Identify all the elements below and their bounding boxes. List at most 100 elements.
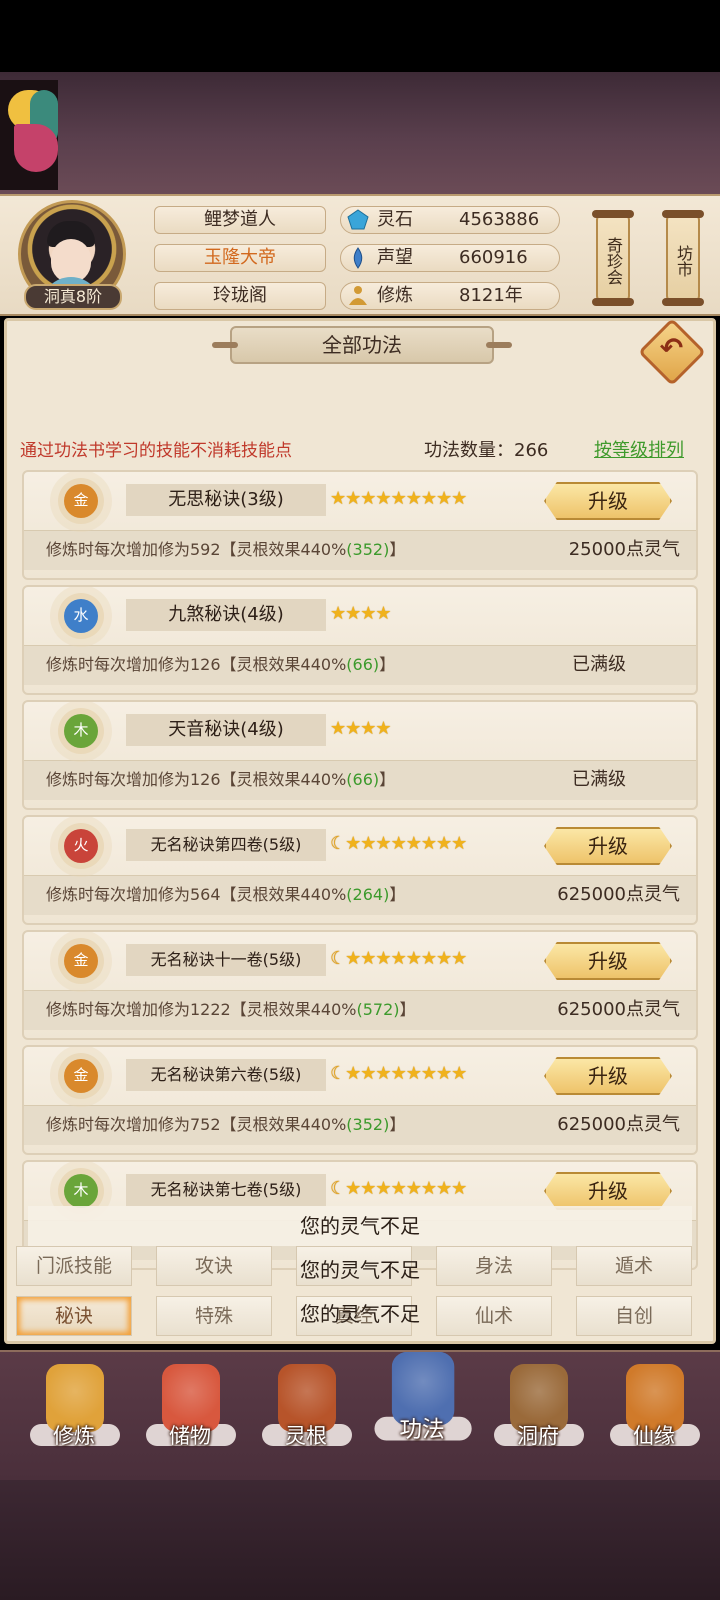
star-icon: ★	[345, 1063, 361, 1084]
star-icon: ★	[345, 1178, 361, 1199]
nav-label: 灵根	[285, 1424, 327, 1448]
star-icon: ★	[420, 1178, 437, 1199]
stat-label: 声望	[377, 247, 413, 268]
nav-item[interactable]: 洞府	[490, 1360, 586, 1470]
star-icon: ★	[435, 1063, 452, 1084]
skill-card: 水九煞秘诀(4级) ★★★★ 修炼时每次增加修为126【灵根效果440%(66)】已…	[22, 585, 698, 695]
max-level-status: 已满级	[572, 769, 626, 790]
nav-label: 储物	[169, 1424, 211, 1448]
upgrade-button[interactable]: 升级	[544, 1057, 672, 1095]
star-icon: ★	[375, 488, 391, 509]
toast-message: 您的灵气不足	[28, 1206, 692, 1246]
stat-value: 4563886	[459, 209, 540, 230]
nav-item[interactable]: 仙缘	[606, 1360, 702, 1470]
skill-name: 无名秘诀第四卷(5级)	[126, 829, 326, 861]
player-sect: 玲珑阁	[154, 282, 326, 310]
skill-bonus-value: (352)	[346, 1115, 390, 1134]
prestige-icon	[353, 247, 363, 269]
stat-value: 8121年	[459, 285, 523, 306]
panel-title: 全部功法	[212, 326, 512, 364]
star-icon: ★	[330, 718, 346, 739]
skill-description: 修炼时每次增加修为126【灵根效果440%(66)】	[46, 768, 395, 792]
skill-bonus-value: (66)	[346, 655, 380, 674]
nav-item[interactable]: 储物	[142, 1360, 238, 1470]
skill-card: 金无名秘诀第六卷(5级) ☾★★★★★★★★ 修炼时每次增加修为752【灵根效果44…	[22, 1045, 698, 1155]
top-bar	[0, 0, 720, 72]
star-icon: ★	[375, 1063, 391, 1084]
star-icon: ★	[345, 603, 361, 624]
nav-label: 修炼	[53, 1424, 95, 1448]
skill-bonus-value: (572)	[356, 1000, 400, 1019]
upgrade-button[interactable]: 升级	[544, 827, 672, 865]
skill-description: 修炼时每次增加修为126【灵根效果440%(66)】	[46, 653, 395, 677]
max-level-status: 已满级	[572, 654, 626, 675]
upgrade-button[interactable]: 升级	[544, 1172, 672, 1210]
skill-stars: ★★★★	[330, 603, 392, 627]
nav-item[interactable]: 功法	[370, 1348, 474, 1467]
star-icon: ★	[435, 488, 452, 509]
skill-description: 修炼时每次增加修为592【灵根效果440%(352)】	[46, 538, 405, 562]
star-icon: ★	[390, 1178, 407, 1199]
upgrade-cost: 625000点灵气	[557, 999, 680, 1020]
market-button[interactable]: 坊市	[662, 210, 704, 306]
app-logo-icon	[0, 80, 58, 190]
star-icon: ★	[360, 603, 376, 624]
skill-desc-text: 修炼时每次增加修为126【灵根效果440%	[46, 655, 347, 674]
skill-bonus-value: (264)	[346, 885, 390, 904]
skill-card: 木天音秘诀(4级) ★★★★ 修炼时每次增加修为126【灵根效果440%(66)】已…	[22, 700, 698, 810]
star-icon: ★	[405, 1178, 422, 1199]
star-icon: ★	[345, 718, 361, 739]
skill-desc-end: 】	[399, 1000, 416, 1019]
star-icon: ★	[405, 833, 422, 854]
star-icon: ★	[451, 1178, 467, 1199]
nav-item[interactable]: 灵根	[258, 1360, 354, 1470]
star-icon: ★	[435, 1178, 452, 1199]
skill-card: 金无名秘诀十一卷(5级) ☾★★★★★★★★ 修炼时每次增加修为1222【灵根效果4…	[22, 930, 698, 1040]
skill-desc-end: 】	[389, 540, 406, 559]
moon-icon: ☾	[330, 1063, 346, 1084]
player-name: 鲤梦道人	[154, 206, 326, 234]
star-icon: ★	[375, 948, 391, 969]
skill-desc-end: 】	[389, 1115, 406, 1134]
stat-label: 灵石	[377, 209, 413, 230]
stat-cultivation: 修炼 8121年	[340, 282, 560, 310]
skill-name: 无名秘诀十一卷(5级)	[126, 944, 326, 976]
upgrade-button[interactable]: 升级	[544, 482, 672, 520]
skill-description: 修炼时每次增加修为564【灵根效果440%(264)】	[46, 883, 405, 907]
star-icon: ★	[375, 833, 391, 854]
skill-description: 修炼时每次增加修为1222【灵根效果440%(572)】	[46, 998, 416, 1022]
star-icon: ★	[360, 1178, 376, 1199]
element-badge-icon: 金	[64, 484, 98, 518]
star-icon: ★	[435, 948, 452, 969]
upgrade-button[interactable]: 升级	[544, 942, 672, 980]
star-icon: ★	[345, 488, 361, 509]
skill-name: 无名秘诀第六卷(5级)	[126, 1059, 326, 1091]
star-icon: ★	[375, 718, 391, 739]
upgrade-cost: 25000点灵气	[568, 539, 680, 560]
skill-stars: ☾★★★★★★★★	[330, 833, 467, 857]
skill-count: 功法数量：266	[424, 440, 549, 461]
skill-desc-end: 】	[389, 885, 406, 904]
star-icon: ★	[420, 833, 437, 854]
skill-stars: ☾★★★★★★★★	[330, 1178, 467, 1202]
nav-item[interactable]: 修炼	[26, 1360, 122, 1470]
sort-by-level-link[interactable]: 按等级排列	[594, 436, 684, 462]
star-icon: ★	[375, 603, 391, 624]
star-icon: ★	[390, 833, 407, 854]
star-icon: ★	[360, 488, 376, 509]
skill-desc-text: 修炼时每次增加修为564【灵根效果440%	[46, 885, 347, 904]
rare-treasure-button[interactable]: 奇珍会	[592, 210, 634, 306]
skill-name: 天音秘诀(4级)	[126, 714, 326, 746]
skill-stars: ☾★★★★★★★★	[330, 948, 467, 972]
skill-name: 无思秘诀(3级)	[126, 484, 326, 516]
stat-label: 修炼	[377, 285, 413, 306]
star-icon: ★	[360, 1063, 376, 1084]
moon-icon: ☾	[330, 833, 346, 854]
stat-value: 660916	[459, 247, 528, 268]
nav-label: 功法	[399, 1416, 445, 1443]
star-icon: ★	[451, 1063, 467, 1084]
element-badge-icon: 水	[64, 599, 98, 633]
rank-tag: 洞真8阶	[24, 284, 122, 310]
star-icon: ★	[390, 488, 407, 509]
nav-label: 洞府	[517, 1424, 559, 1448]
